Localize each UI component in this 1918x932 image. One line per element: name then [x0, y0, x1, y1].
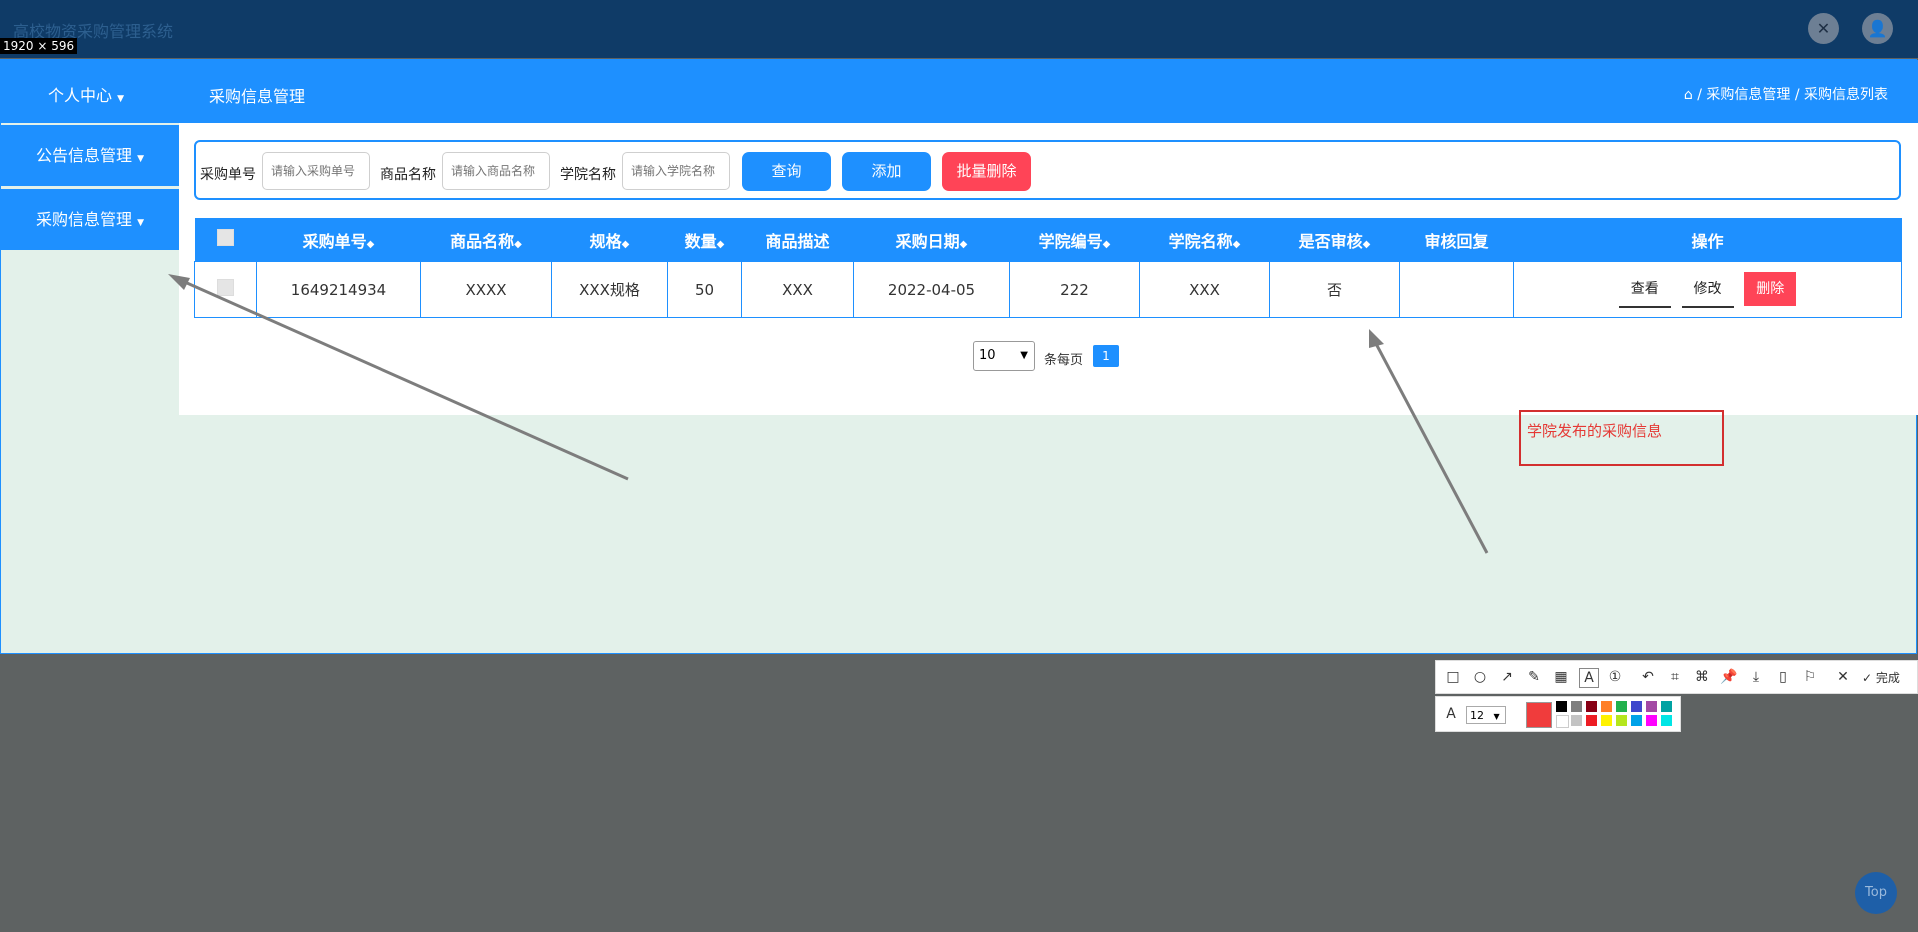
annotation-arrows [168, 274, 1489, 554]
annotation-arrow-left [177, 277, 629, 481]
undo-icon[interactable]: ↶ [1639, 668, 1657, 686]
arrow-icon[interactable]: ↗ [1498, 668, 1516, 686]
annotation-arrowhead [168, 274, 190, 290]
pin-icon[interactable]: 📌 [1720, 668, 1738, 686]
text-tool-icon[interactable]: A [1579, 668, 1599, 688]
rectangle-icon[interactable]: □ [1444, 668, 1462, 686]
annotation-text: 学院发布的采购信息 [1527, 422, 1663, 440]
font-size-select[interactable]: 12 ▼ [1466, 706, 1506, 724]
annotation-textbox[interactable]: 学院发布的采购信息 [1519, 410, 1724, 466]
close-icon[interactable]: ✕ [1834, 668, 1852, 686]
phone-icon[interactable]: ▯ [1774, 668, 1792, 686]
bookmark-icon[interactable]: ⚐ [1801, 668, 1819, 686]
ellipse-icon[interactable]: ○ [1471, 668, 1489, 686]
scroll-top-button[interactable]: Top [1855, 872, 1897, 914]
pen-icon[interactable]: ✎ [1525, 668, 1543, 686]
crop-icon[interactable]: ⌗ [1666, 668, 1684, 686]
font-icon: A [1446, 706, 1456, 722]
check-icon: ✓ [1862, 671, 1873, 685]
text-style-toolbar: A 12 ▼ [1435, 696, 1681, 732]
current-color-swatch[interactable] [1526, 702, 1552, 728]
chevron-down-icon: ▼ [1493, 712, 1500, 721]
number-marker-icon[interactable]: ① [1606, 668, 1624, 686]
annotation-arrowhead [1369, 329, 1384, 348]
color-palette[interactable] [1556, 701, 1676, 729]
done-button[interactable]: ✓ 完成 [1862, 669, 1900, 686]
ocr-icon[interactable]: ⌘ [1693, 668, 1711, 686]
mosaic-icon[interactable]: ▦ [1552, 668, 1570, 686]
annotation-arrow-right [1371, 337, 1489, 554]
download-icon[interactable]: ⤓ [1747, 668, 1765, 686]
screenshot-toolbar: □ ○ ↗ ✎ ▦ A ① ↶ ⌗ ⌘ 📌 ⤓ ▯ ⚐ ✕ ✓ 完成 [1435, 660, 1918, 694]
